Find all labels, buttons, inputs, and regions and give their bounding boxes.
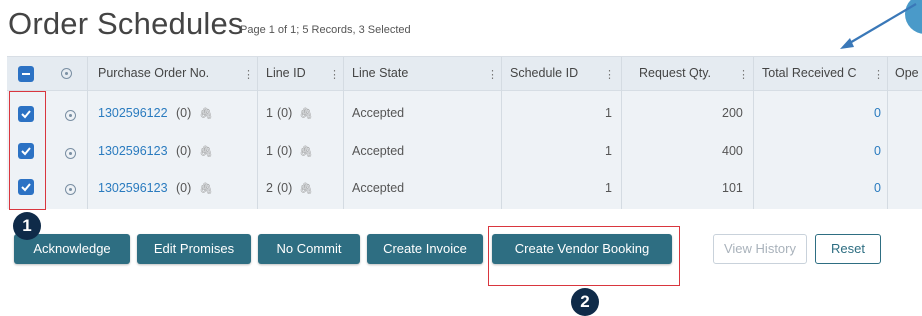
step-badge-2: 2 [571, 288, 599, 316]
checkbox-highlight-box [9, 91, 46, 210]
request-qty: 400 [722, 144, 743, 158]
create-invoice-button[interactable]: Create Invoice [367, 234, 483, 264]
attachment-icon[interactable]: 🖇 [299, 182, 313, 195]
view-history-button[interactable]: View History [713, 234, 807, 264]
po-attachment-count: (0) [176, 106, 192, 120]
po-number-link[interactable]: 1302596123 [98, 144, 168, 158]
col-header-request-qty[interactable]: Request Qty. [639, 66, 711, 80]
attachment-icon[interactable]: 🖇 [199, 107, 213, 120]
schedule-id: 1 [605, 144, 612, 158]
total-received-link[interactable]: 0 [874, 106, 881, 120]
column-menu-icon[interactable]: ⋮ [604, 68, 615, 81]
row-radio-icon[interactable] [65, 184, 76, 195]
record-summary: Page 1 of 1; 5 Records, 3 Selected [240, 24, 411, 36]
po-number-link[interactable]: 1302596123 [98, 181, 168, 195]
po-attachment-count: (0) [176, 181, 192, 195]
table-header: Purchase Order No. ⋮ Line ID ⋮ Line Stat… [7, 57, 922, 91]
col-header-schedule-id[interactable]: Schedule ID [510, 66, 578, 80]
line-id: 1 [266, 144, 273, 158]
row-radio-icon[interactable] [65, 148, 76, 159]
table-row[interactable]: 1302596123 (0) 🖇 1 (0) 🖇 Accepted 1 400 … [7, 133, 922, 170]
column-menu-icon[interactable]: ⋮ [243, 68, 254, 81]
step-badge-1: 1 [13, 212, 41, 240]
reset-button[interactable]: Reset [815, 234, 881, 264]
line-attachment-count: (0) [277, 181, 293, 195]
line-id: 2 [266, 181, 273, 195]
row-radio-icon[interactable] [65, 110, 76, 121]
line-id: 1 [266, 106, 273, 120]
po-number-link[interactable]: 1302596122 [98, 106, 168, 120]
no-commit-button[interactable]: No Commit [258, 234, 360, 264]
line-state: Accepted [352, 181, 405, 195]
line-state: Accepted [352, 106, 405, 120]
line-attachment-count: (0) [277, 144, 293, 158]
column-menu-icon[interactable]: ⋮ [487, 68, 498, 81]
attachment-icon[interactable]: 🖇 [199, 145, 213, 158]
line-attachment-count: (0) [277, 106, 293, 120]
table-row[interactable]: 1302596123 (0) 🖇 2 (0) 🖇 Accepted 1 101 … [7, 170, 922, 207]
col-header-po[interactable]: Purchase Order No. [98, 66, 209, 80]
total-received-link[interactable]: 0 [874, 181, 881, 195]
page-title: Order Schedules [8, 6, 244, 41]
table-row[interactable]: 1302596122 (0) 🖇 1 (0) 🖇 Accepted 1 200 … [7, 95, 922, 132]
schedule-id: 1 [605, 181, 612, 195]
col-header-line-id[interactable]: Line ID [266, 66, 306, 80]
column-menu-icon[interactable]: ⋮ [329, 68, 340, 81]
select-all-checkbox[interactable] [18, 66, 34, 82]
col-header-open[interactable]: Ope [895, 66, 919, 80]
po-attachment-count: (0) [176, 144, 192, 158]
request-qty: 200 [722, 106, 743, 120]
line-state: Accepted [352, 144, 405, 158]
attachment-icon[interactable]: 🖇 [299, 145, 313, 158]
annotation-arrow-icon [840, 3, 917, 49]
request-qty: 101 [722, 181, 743, 195]
order-schedules-table: Purchase Order No. ⋮ Line ID ⋮ Line Stat… [7, 56, 922, 209]
col-header-total-received[interactable]: Total Received C [762, 66, 866, 80]
attachment-icon[interactable]: 🖇 [299, 107, 313, 120]
total-received-link[interactable]: 0 [874, 144, 881, 158]
column-menu-icon[interactable]: ⋮ [873, 68, 884, 81]
edit-promises-button[interactable]: Edit Promises [137, 234, 251, 264]
attachment-icon[interactable]: 🖇 [199, 182, 213, 195]
schedule-id: 1 [605, 106, 612, 120]
col-header-line-state[interactable]: Line State [352, 66, 408, 80]
create-vendor-booking-button[interactable]: Create Vendor Booking [492, 234, 672, 264]
column-menu-icon[interactable]: ⋮ [738, 68, 749, 81]
header-radio-icon [61, 68, 72, 79]
